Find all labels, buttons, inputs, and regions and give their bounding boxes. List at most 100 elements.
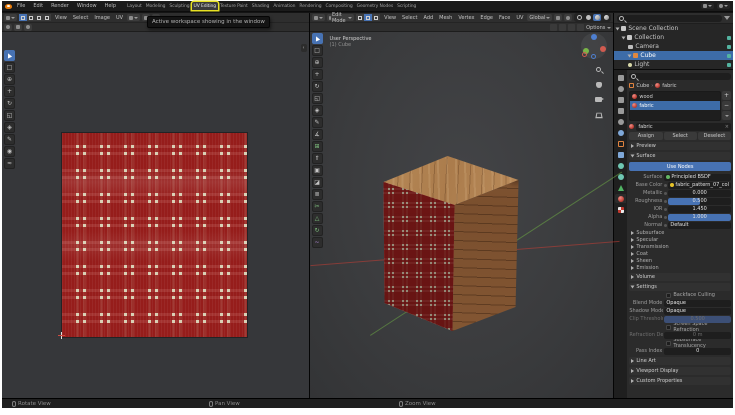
- vp-tool-tweak-button[interactable]: ▲: [312, 33, 323, 44]
- roughness-slider[interactable]: 0.500: [668, 198, 731, 205]
- outliner-row-cube[interactable]: Cube: [614, 51, 733, 60]
- deselect-button[interactable]: Deselect: [698, 132, 731, 140]
- decorator-dot[interactable]: [664, 216, 667, 219]
- face-mode-button[interactable]: [372, 14, 380, 21]
- uv-sidebar-toggle[interactable]: ‹: [301, 44, 307, 52]
- tab-particles[interactable]: [615, 161, 626, 170]
- assign-button[interactable]: Assign: [629, 132, 662, 140]
- tab-scene[interactable]: [615, 117, 626, 126]
- workspace-tab-compositing[interactable]: Compositing: [323, 2, 354, 10]
- workspace-tab-scripting[interactable]: Scripting: [395, 2, 418, 10]
- clip-threshold-slider[interactable]: 0.500: [664, 316, 731, 323]
- menu-render[interactable]: Render: [48, 2, 72, 10]
- visibility-toggle[interactable]: [577, 24, 584, 31]
- material-name-field[interactable]: fabric×: [636, 123, 731, 131]
- decorator-dot[interactable]: [664, 184, 667, 187]
- base-color-texture-field[interactable]: fabric_pattern_07_col: [668, 182, 731, 189]
- ior-field[interactable]: 1.450: [668, 206, 731, 213]
- vp-menu-add[interactable]: Add: [421, 15, 435, 21]
- subsection-specular[interactable]: Specular: [629, 236, 731, 243]
- uv-tool-move-button[interactable]: +: [4, 86, 15, 97]
- volume-panel-header[interactable]: Volume: [629, 273, 731, 281]
- shading-rendered-button[interactable]: [602, 14, 610, 21]
- gizmo-neg-x-axis[interactable]: [582, 52, 587, 57]
- alpha-slider[interactable]: 1.000: [668, 214, 731, 221]
- cube-right-face-wood[interactable]: [310, 13, 614, 398]
- surface-shader-selector[interactable]: Principled BSDF: [664, 174, 731, 181]
- uv-select-face-button[interactable]: [35, 14, 43, 21]
- viewport-editor-type-button[interactable]: [312, 14, 325, 21]
- uv-snap-button[interactable]: [14, 24, 22, 31]
- breadcrumb-material[interactable]: fabric: [662, 83, 676, 89]
- uv-select-vertex-button[interactable]: [19, 14, 27, 21]
- outliner-row-collection[interactable]: Collection: [614, 33, 733, 42]
- vp-tool-select-box-button[interactable]: □: [312, 45, 323, 56]
- transform-orientation-selector[interactable]: Global: [527, 14, 552, 21]
- tab-world[interactable]: [615, 128, 626, 137]
- subsection-subsurface[interactable]: Subsurface: [629, 229, 731, 236]
- workspace-tab-modeling[interactable]: Modeling: [144, 2, 168, 10]
- decorator-dot[interactable]: [664, 224, 667, 227]
- uv-tool-transform-button[interactable]: ◈: [4, 122, 15, 133]
- use-nodes-button[interactable]: Use Nodes: [629, 162, 731, 171]
- menu-file[interactable]: File: [14, 2, 28, 10]
- workspace-tab-sculpting[interactable]: Sculpting: [167, 2, 191, 10]
- settings-panel-header[interactable]: Settings: [629, 283, 731, 291]
- blend-mode-selector[interactable]: Opaque: [664, 300, 731, 307]
- material-slot-fabric[interactable]: fabric: [630, 101, 720, 110]
- uv-texture-image[interactable]: [62, 133, 247, 337]
- uv-tool-tweak-button[interactable]: ▲: [4, 50, 15, 61]
- vp-menu-vertex[interactable]: Vertex: [456, 15, 476, 21]
- uv-proportional-button[interactable]: [24, 24, 32, 31]
- tab-render[interactable]: [615, 84, 626, 93]
- workspace-tab-geometry-nodes[interactable]: Geometry Nodes: [355, 2, 396, 10]
- vp-menu-edge[interactable]: Edge: [478, 15, 495, 21]
- properties-search-input[interactable]: [629, 73, 731, 80]
- outliner-search-input[interactable]: [617, 15, 722, 22]
- decorator-dot[interactable]: [664, 192, 667, 195]
- gizmo-z-axis[interactable]: [591, 34, 597, 40]
- gizmos-toggle[interactable]: [568, 24, 575, 31]
- options-dropdown[interactable]: Options: [586, 25, 605, 31]
- select-button[interactable]: Select: [664, 132, 697, 140]
- menu-edit[interactable]: Edit: [30, 2, 46, 10]
- unlink-icon[interactable]: ×: [725, 124, 729, 130]
- tab-object[interactable]: [615, 139, 626, 148]
- ssr-checkbox[interactable]: [666, 325, 671, 330]
- vp-tool-inset-faces-button[interactable]: ▣: [312, 165, 323, 176]
- decorator-dot[interactable]: [664, 208, 667, 211]
- line-art-panel-header[interactable]: Line Art: [629, 357, 731, 365]
- gizmo-x-axis[interactable]: [600, 46, 606, 52]
- uv-menu-view[interactable]: View: [53, 15, 69, 21]
- proportional-edit-toggle[interactable]: [564, 14, 572, 21]
- custom-properties-panel-header[interactable]: Custom Properties: [629, 377, 731, 385]
- uv-tool-select-box-button[interactable]: □: [4, 62, 15, 73]
- workspace-tab-rendering[interactable]: Rendering: [297, 2, 323, 10]
- uv-tool-scale-button[interactable]: ◱: [4, 110, 15, 121]
- blender-logo-icon[interactable]: [5, 4, 12, 9]
- uv-tool-relax-button[interactable]: ≈: [4, 158, 15, 169]
- vp-tool-transform-button[interactable]: ◈: [312, 105, 323, 116]
- mode-selector[interactable]: Edit Mode: [327, 14, 355, 21]
- remove-slot-button[interactable]: −: [722, 101, 731, 110]
- vp-tool-bevel-button[interactable]: ◪: [312, 177, 323, 188]
- uv-menu-uv[interactable]: UV: [114, 15, 125, 21]
- zoom-view-button[interactable]: [594, 65, 603, 74]
- gizmo-neg-z-axis[interactable]: [591, 54, 596, 59]
- workspace-tab-shading[interactable]: Shading: [250, 2, 272, 10]
- vp-menu-view[interactable]: View: [382, 15, 398, 21]
- view-layer-selector[interactable]: [717, 3, 730, 9]
- image-browse-button[interactable]: [127, 14, 140, 21]
- light-data-icon[interactable]: [727, 63, 731, 67]
- tab-texture[interactable]: [615, 205, 626, 214]
- vp-tool-knife-button[interactable]: ✂: [312, 201, 323, 212]
- vertex-mode-button[interactable]: [356, 14, 364, 21]
- menu-window[interactable]: Window: [74, 2, 100, 10]
- outliner-row-scene-collection[interactable]: Scene Collection: [614, 24, 733, 33]
- menu-help[interactable]: Help: [102, 2, 119, 10]
- expand-arrow-icon[interactable]: [616, 27, 620, 30]
- vp-tool-loop-cut-button[interactable]: ≣: [312, 189, 323, 200]
- uv-menu-image[interactable]: Image: [92, 15, 112, 21]
- shading-material-preview-button[interactable]: [593, 14, 601, 21]
- sss-checkbox[interactable]: [666, 341, 671, 346]
